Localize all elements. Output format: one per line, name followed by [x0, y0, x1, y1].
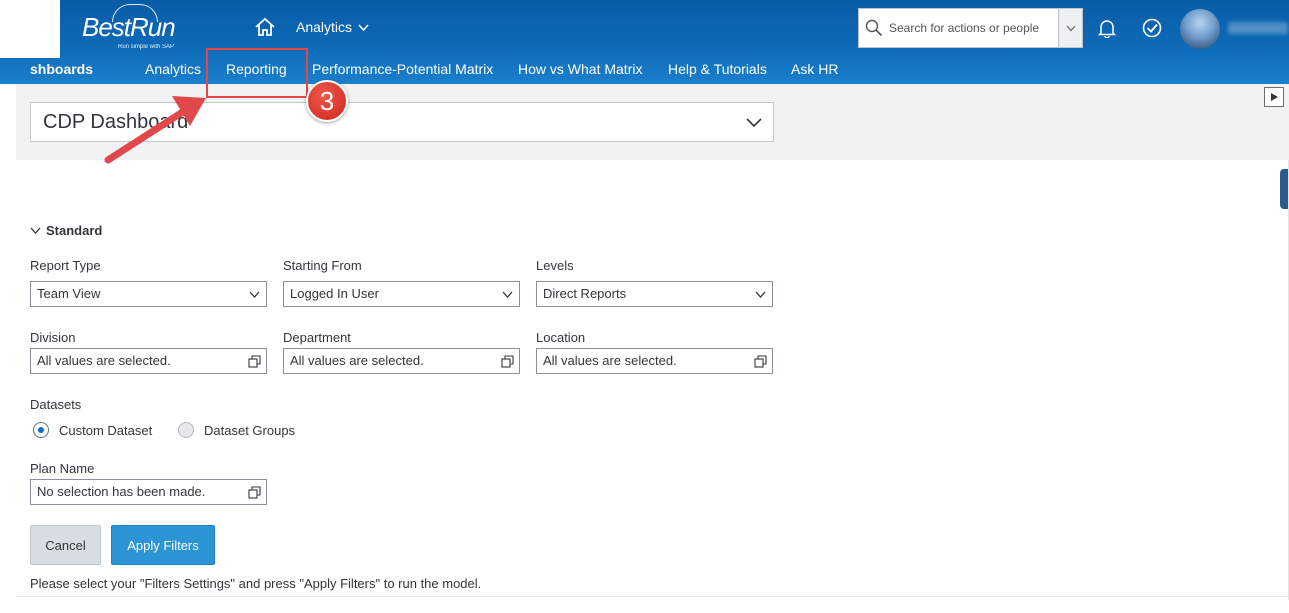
- section-title: Standard: [46, 223, 103, 238]
- department-label: Department: [283, 330, 351, 345]
- approvals-check-icon[interactable]: [1142, 18, 1162, 38]
- standard-section-toggle[interactable]: Standard: [30, 223, 102, 238]
- play-button[interactable]: [1264, 87, 1284, 107]
- value-help-icon[interactable]: [501, 355, 514, 368]
- app-switcher-label: Analytics: [296, 19, 353, 35]
- starting-from-select[interactable]: Logged In User: [283, 281, 520, 307]
- chevron-down-icon: [1066, 25, 1075, 31]
- radio-custom-dataset-label: Custom Dataset: [59, 422, 153, 438]
- instruction-text: Please select your "Filters Settings" an…: [30, 576, 482, 591]
- value-help-icon[interactable]: [248, 486, 261, 499]
- header-notch: [0, 0, 60, 58]
- annotation-highlight-box: [206, 48, 308, 98]
- user-name-blurred[interactable]: [1228, 22, 1288, 34]
- report-type-select[interactable]: Team View: [30, 281, 267, 307]
- chevron-down-icon: [358, 23, 369, 31]
- value-help-icon[interactable]: [248, 355, 261, 368]
- company-logo[interactable]: BestRun Run simple with SAP: [82, 4, 176, 50]
- plan-name-input[interactable]: No selection has been made.: [30, 479, 267, 505]
- step-number-badge: 3: [306, 80, 348, 122]
- plan-name-value: No selection has been made.: [37, 484, 206, 499]
- tab-dashboards[interactable]: shboards: [30, 58, 93, 80]
- search-input[interactable]: [887, 20, 1057, 36]
- tab-ask-hr[interactable]: Ask HR: [791, 58, 838, 80]
- division-label: Division: [30, 330, 76, 345]
- search-field[interactable]: [858, 8, 1083, 48]
- chevron-down-icon: [249, 291, 260, 298]
- chevron-down-icon: [502, 291, 513, 298]
- radio-custom-dataset[interactable]: Custom Dataset: [33, 422, 152, 438]
- levels-label: Levels: [536, 258, 574, 273]
- datasets-label: Datasets: [30, 397, 82, 412]
- chevron-down-icon: [746, 118, 762, 128]
- tab-analytics[interactable]: Analytics: [145, 58, 201, 80]
- levels-select[interactable]: Direct Reports: [536, 281, 773, 307]
- user-avatar[interactable]: [1180, 9, 1220, 49]
- apply-filters-button[interactable]: Apply Filters: [111, 525, 215, 565]
- app-switcher[interactable]: Analytics: [296, 19, 369, 35]
- value-help-icon[interactable]: [754, 355, 767, 368]
- levels-value: Direct Reports: [543, 286, 627, 301]
- division-input[interactable]: All values are selected.: [30, 348, 267, 374]
- location-label: Location: [536, 330, 586, 345]
- search-scope-dropdown[interactable]: [1058, 9, 1082, 47]
- tab-performance-potential-matrix[interactable]: Performance-Potential Matrix: [312, 58, 493, 80]
- starting-from-label: Starting From: [283, 258, 362, 273]
- logo-cloud-icon: [112, 4, 158, 22]
- department-input[interactable]: All values are selected.: [283, 348, 520, 374]
- radio-selected-indicator[interactable]: [33, 422, 49, 438]
- report-type-label: Report Type: [30, 258, 101, 273]
- location-value: All values are selected.: [543, 353, 677, 368]
- tab-how-vs-what-matrix[interactable]: How vs What Matrix: [518, 58, 642, 80]
- annotation-arrow-icon: [104, 96, 206, 164]
- report-type-value: Team View: [37, 286, 101, 301]
- search-icon: [865, 19, 883, 37]
- division-value: All values are selected.: [37, 353, 171, 368]
- radio-dataset-groups[interactable]: Dataset Groups: [178, 422, 295, 438]
- content-border-bottom: [16, 596, 1289, 597]
- location-input[interactable]: All values are selected.: [536, 348, 773, 374]
- department-value: All values are selected.: [290, 353, 424, 368]
- tab-help-tutorials[interactable]: Help & Tutorials: [668, 58, 767, 80]
- starting-from-value: Logged In User: [290, 286, 379, 301]
- home-icon[interactable]: [254, 17, 276, 37]
- radio-unselected-indicator[interactable]: [178, 422, 194, 438]
- radio-dataset-groups-label: Dataset Groups: [204, 422, 296, 438]
- chevron-down-icon: [30, 227, 41, 234]
- plan-name-label: Plan Name: [30, 461, 95, 476]
- logo-tagline: Run simple with SAP: [118, 44, 175, 50]
- chevron-down-icon: [755, 291, 766, 298]
- notifications-bell-icon[interactable]: [1098, 18, 1116, 38]
- cancel-button[interactable]: Cancel: [30, 525, 101, 565]
- play-icon: [1271, 93, 1278, 101]
- shell-header: BestRun Run simple with SAP Analytics Se…: [0, 0, 1289, 84]
